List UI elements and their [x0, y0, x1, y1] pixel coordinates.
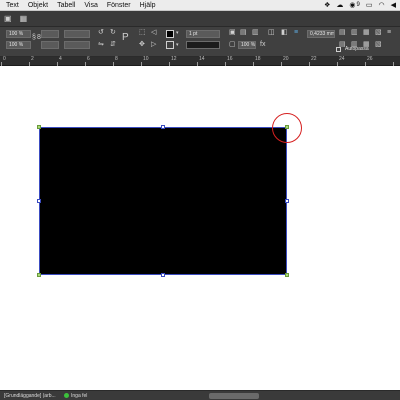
autofit-checkbox[interactable] [336, 47, 341, 52]
scale-y-field[interactable]: 100 % [6, 41, 31, 49]
fit-content-icon[interactable]: ▤ [240, 29, 247, 37]
width-field[interactable] [41, 30, 59, 38]
page-selector[interactable]: [Grundläggande] (arb... [0, 393, 62, 399]
ruler-label: 16 [227, 56, 233, 62]
app-bar: ▣ ▦ [0, 11, 400, 27]
align-left-icon[interactable]: ▤ [339, 29, 346, 37]
paragraph-icon[interactable]: P [122, 33, 129, 43]
drop-shadow-icon[interactable]: ▢ [229, 41, 236, 49]
offset-field[interactable]: 0,4233 mm [307, 30, 335, 38]
highlight-circle [272, 113, 302, 143]
ruler-label: 0 [3, 56, 6, 62]
center-content-icon[interactable]: ▥ [252, 29, 259, 37]
volume-icon[interactable]: ◀ [391, 0, 396, 11]
menu-hjalp[interactable]: Hjälp [140, 0, 156, 11]
ruler-label: 8 [115, 56, 118, 62]
ruler-label: 24 [339, 56, 345, 62]
document-canvas[interactable] [0, 66, 400, 390]
status-bar: [Grundläggande] (arb... Inga fel [0, 390, 400, 400]
ruler-label: 18 [255, 56, 261, 62]
rotate-cw-icon[interactable]: ↻ [110, 29, 116, 37]
ruler-label: 6 [87, 56, 90, 62]
constrain-scale-icon[interactable]: 8 [37, 34, 41, 42]
menu-bar: Text Objekt Tabell Visa Fönster Hjälp ❖ … [0, 0, 400, 11]
ruler-label: 12 [171, 56, 177, 62]
creative-cloud-icon[interactable]: ☁ [336, 0, 343, 11]
handle-right-middle[interactable] [285, 199, 289, 203]
text-wrap-icon[interactable]: ≡ [294, 29, 298, 37]
ruler-label: 14 [199, 56, 205, 62]
preflight-status-text[interactable]: Inga fel [71, 393, 109, 399]
fit-proportional-icon[interactable]: ◧ [281, 29, 288, 37]
notification-count: 9 [356, 1, 360, 8]
ruler-label: 20 [283, 56, 289, 62]
battery-icon[interactable]: ▭ [366, 0, 373, 11]
fill-swatch[interactable] [166, 30, 174, 38]
handle-bottom-middle[interactable] [161, 273, 165, 277]
menu-fonster[interactable]: Fönster [107, 0, 131, 11]
select-content-icon[interactable]: ✥ [139, 41, 145, 49]
workspace-icon[interactable]: ▣ [4, 14, 12, 23]
ruler-label: 26 [367, 56, 373, 62]
dropbox-icon[interactable]: ❖ [324, 0, 330, 11]
horizontal-scrollbar[interactable] [209, 392, 259, 399]
wifi-icon[interactable]: ◠ [379, 0, 385, 11]
distribute-icon[interactable]: ▧ [375, 29, 382, 37]
stroke-dropdown-icon[interactable]: ▾ [176, 41, 179, 49]
select-container-icon[interactable]: ⬚ [139, 29, 146, 37]
ruler-label: 2 [31, 56, 34, 62]
fit-frame-icon[interactable]: ◫ [268, 29, 275, 37]
distribute-space-icon[interactable]: ▧ [375, 41, 382, 49]
menu-visa[interactable]: Visa [84, 0, 98, 11]
corner-handle-bottom-left[interactable] [37, 273, 41, 277]
scale-x-field[interactable]: 100 % [6, 30, 31, 38]
rotation-field[interactable] [64, 30, 90, 38]
opacity-field[interactable]: 100 % [238, 41, 256, 49]
flip-vertical-icon[interactable]: ⇵ [110, 41, 116, 49]
menu-tabell[interactable]: Tabell [57, 0, 75, 11]
corner-handle-bottom-right[interactable] [285, 273, 289, 277]
selected-rectangle[interactable] [39, 127, 287, 275]
control-panel: ⋮⋮⋮ ⋮⋮⋮ § 100 % 100 % 8 ↺ ↻ ⇋ ⇵ P ⬚ ✥ ◁ … [0, 27, 400, 57]
align-center-icon[interactable]: ▥ [351, 29, 358, 37]
stroke-swatch[interactable] [166, 41, 174, 49]
rotate-ccw-icon[interactable]: ↺ [98, 29, 104, 37]
stroke-weight-field[interactable]: 1 pt [186, 30, 220, 38]
flip-horizontal-icon[interactable]: ⇋ [98, 41, 104, 49]
notifications-icon[interactable]: ◉ 9 [349, 0, 359, 11]
handle-left-middle[interactable] [37, 199, 41, 203]
ruler-label: 10 [143, 56, 149, 62]
handle-top-middle[interactable] [161, 125, 165, 129]
menu-objekt[interactable]: Objekt [28, 0, 48, 11]
stroke-type-select[interactable] [186, 41, 220, 49]
corner-handle-top-left[interactable] [37, 125, 41, 129]
align-right-icon[interactable]: ▦ [363, 29, 370, 37]
frame-fitting-icon[interactable]: ▣ [229, 29, 236, 37]
menu-text[interactable]: Text [6, 0, 19, 11]
horizontal-ruler: 0 2 4 6 8 10 12 14 16 18 20 22 24 26 [0, 57, 400, 66]
fill-dropdown-icon[interactable]: ▾ [176, 29, 179, 37]
select-previous-icon[interactable]: ◁ [151, 29, 156, 37]
effects-icon[interactable]: fx [260, 41, 265, 49]
autofit-label: Autopassa [345, 46, 369, 52]
preflight-status-icon [64, 393, 69, 398]
view-options-icon[interactable]: ▦ [20, 14, 28, 23]
shear-field[interactable] [64, 41, 90, 49]
constrain-proportions-icon[interactable]: § [32, 34, 36, 42]
ruler-label: 4 [59, 56, 62, 62]
ruler-label: 22 [311, 56, 317, 62]
select-next-icon[interactable]: ▷ [151, 41, 156, 49]
panel-menu-icon[interactable]: ≡ [387, 29, 391, 37]
height-field[interactable] [41, 41, 59, 49]
